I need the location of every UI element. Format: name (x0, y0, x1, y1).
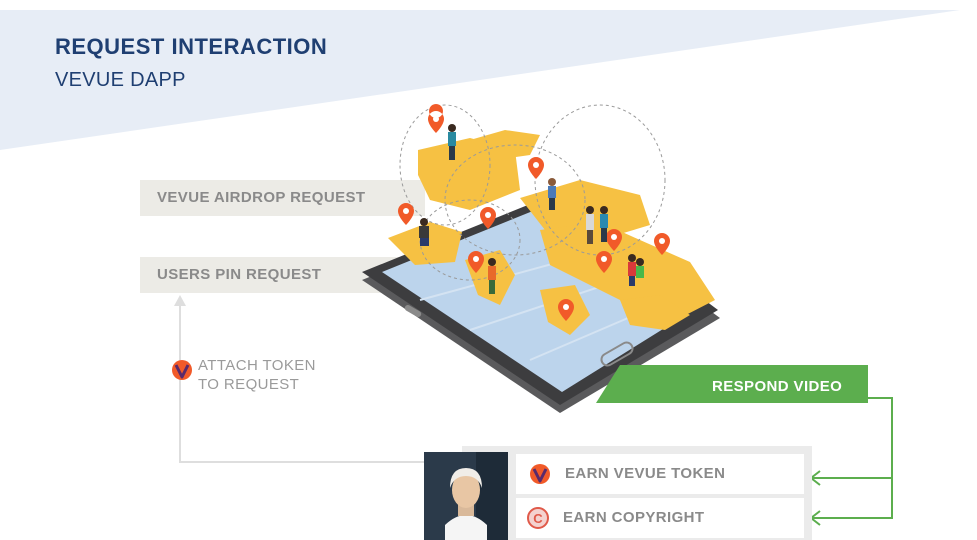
attach-line-2: TO REQUEST (198, 376, 300, 393)
return-arrow-head (174, 295, 186, 306)
svg-text:C: C (533, 511, 543, 526)
earn-copyright-label: EARN COPYRIGHT (563, 509, 705, 526)
pin-request-label: USERS PIN REQUEST (157, 266, 322, 283)
copyright-icon: C (527, 507, 549, 529)
respond-video-label: RESPOND VIDEO (712, 378, 843, 395)
earn-token-label: EARN VEVUE TOKEN (565, 465, 726, 482)
page-subtitle: VEVUE DAPP (55, 69, 186, 91)
vevue-token-icon (530, 464, 550, 484)
airdrop-request-label: VEVUE AIRDROP REQUEST (157, 189, 366, 206)
page-title: REQUEST INTERACTION (55, 34, 328, 59)
vevue-token-icon (172, 360, 192, 380)
attach-token-label: ATTACH TOKEN TO REQUEST (198, 356, 316, 394)
attach-line-1: ATTACH TOKEN (198, 357, 316, 374)
reward-arrows (809, 397, 893, 526)
